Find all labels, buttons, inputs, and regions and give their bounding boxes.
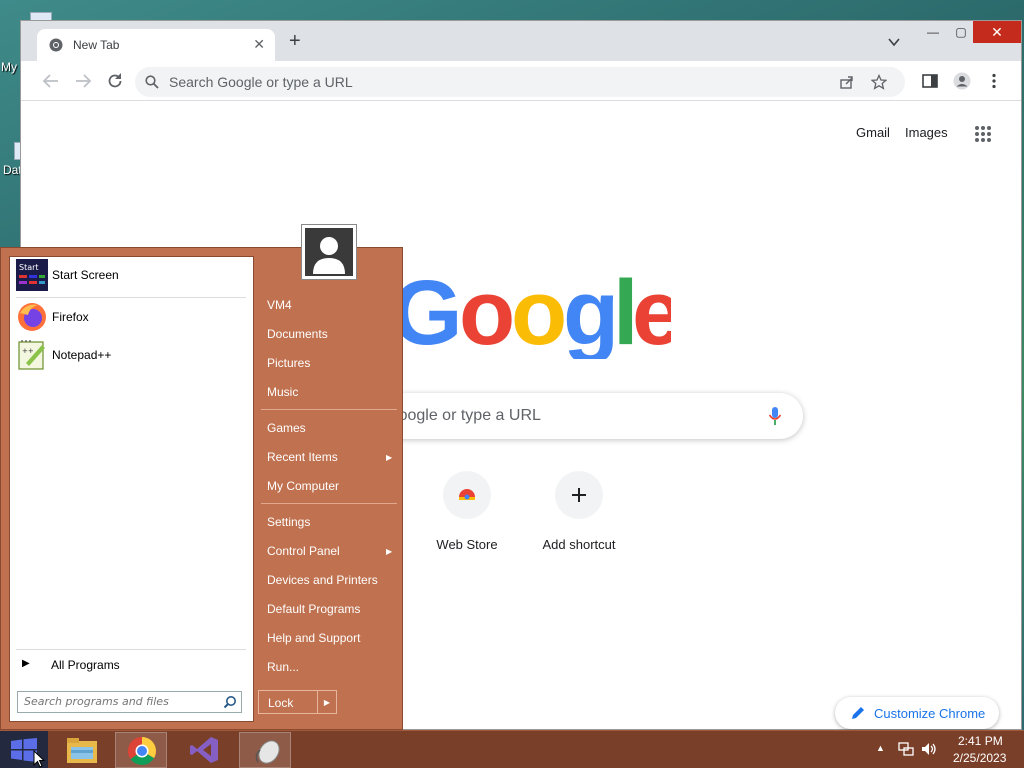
submenu-arrow-icon: ▶: [386, 547, 393, 556]
program-label: Notepad++: [52, 348, 112, 362]
new-tab-plus-icon[interactable]: +: [289, 31, 301, 51]
start-menu: Start Start Screen Firefox ++ Notepad++ …: [0, 224, 403, 730]
file-explorer-icon: [67, 738, 97, 763]
start-link-help-support[interactable]: Help and Support: [267, 631, 360, 645]
start-link-vm4[interactable]: VM4: [267, 298, 292, 312]
tab-title: New Tab: [73, 38, 120, 52]
show-hidden-icons-button[interactable]: ▲: [876, 743, 885, 753]
clock-date[interactable]: 2/25/2023: [953, 751, 1006, 765]
divider: [261, 409, 397, 410]
svg-text:o: o: [459, 262, 515, 359]
start-menu-programs-pane: Start Start Screen Firefox ++ Notepad++ …: [9, 256, 254, 722]
all-programs-button[interactable]: ▶ All Programs: [20, 657, 245, 677]
tab-strip: New Tab ✕ + — ▢ ✕: [21, 21, 1021, 61]
svg-text:e: e: [632, 262, 671, 359]
shortcut-web-store[interactable]: Web Store: [417, 471, 517, 552]
program-notepadpp[interactable]: ++ Notepad++: [16, 339, 246, 373]
start-link-run[interactable]: Run...: [267, 660, 299, 674]
program-firefox[interactable]: Firefox: [16, 301, 246, 335]
start-screen-icon: Start: [16, 259, 48, 291]
mouse-app-icon: [255, 740, 280, 764]
address-bar[interactable]: [135, 67, 905, 97]
divider: [16, 649, 246, 650]
bookmark-star-icon[interactable]: [871, 74, 887, 90]
start-link-default-programs[interactable]: Default Programs: [267, 602, 360, 616]
start-link-settings[interactable]: Settings: [267, 515, 310, 529]
share-icon[interactable]: [839, 74, 855, 90]
clock-time[interactable]: 2:41 PM: [958, 734, 1003, 748]
profile-avatar-icon[interactable]: [953, 72, 971, 90]
start-link-my-computer[interactable]: My Computer: [267, 479, 339, 493]
start-link-pictures[interactable]: Pictures: [267, 356, 310, 370]
desktop-icon-label-2[interactable]: Dat: [3, 163, 22, 177]
submenu-arrow-icon: ▶: [386, 453, 393, 462]
web-store-icon: [443, 471, 491, 519]
chrome-tab-icon: [49, 38, 63, 52]
images-link[interactable]: Images: [905, 125, 948, 140]
tab-new-tab[interactable]: New Tab ✕: [37, 29, 275, 61]
expand-arrow-icon: ▶: [22, 658, 30, 669]
shortcut-label: Web Store: [436, 537, 498, 552]
user-silhouette-icon: [313, 237, 345, 274]
side-panel-icon[interactable]: [921, 72, 939, 90]
start-search-box[interactable]: [17, 691, 242, 713]
svg-text:o: o: [511, 262, 567, 359]
customize-chrome-button[interactable]: Customize Chrome: [835, 697, 999, 729]
pencil-icon: [852, 707, 864, 719]
program-start-screen[interactable]: Start Start Screen: [16, 259, 246, 293]
notepadpp-icon: ++: [18, 340, 45, 370]
close-window-button[interactable]: ✕: [973, 21, 1021, 43]
svg-text:++: ++: [22, 347, 34, 355]
network-icon[interactable]: [898, 741, 914, 757]
start-link-recent-items[interactable]: Recent Items: [267, 450, 338, 464]
taskbar-visual-studio[interactable]: [177, 732, 229, 768]
toolbar: [21, 61, 1021, 101]
shortcut-add[interactable]: Add shortcut: [529, 471, 629, 552]
start-screen-icon-text: Start: [19, 263, 39, 272]
desktop-icon-label-1[interactable]: My: [1, 60, 17, 74]
gmail-link[interactable]: Gmail: [856, 125, 890, 140]
google-apps-grid-icon[interactable]: [974, 125, 992, 143]
volume-icon[interactable]: [921, 741, 937, 757]
all-programs-label: All Programs: [51, 658, 120, 672]
divider: [261, 503, 397, 504]
forward-arrow-icon[interactable]: [73, 71, 93, 91]
start-link-music[interactable]: Music: [267, 385, 298, 399]
firefox-icon: [18, 303, 46, 331]
user-account-picture[interactable]: [301, 224, 357, 280]
chrome-icon: [127, 737, 156, 765]
reload-icon[interactable]: [105, 71, 125, 91]
taskbar-file-explorer[interactable]: [56, 732, 108, 768]
divider: [16, 297, 246, 298]
google-logo: G o o g l e: [391, 262, 671, 359]
more-menu-icon[interactable]: [985, 72, 1003, 90]
start-search-input[interactable]: [24, 695, 214, 708]
visual-studio-icon: [190, 737, 218, 763]
program-label: Firefox: [52, 310, 89, 324]
taskbar: ▲ 2:41 PM 2/25/2023: [0, 730, 1024, 768]
back-arrow-icon[interactable]: [41, 71, 61, 91]
lock-button[interactable]: Lock: [258, 690, 318, 714]
shortcut-label: Add shortcut: [542, 537, 616, 552]
magnifier-icon[interactable]: [223, 695, 237, 709]
address-input[interactable]: [169, 72, 809, 92]
start-link-devices-printers[interactable]: Devices and Printers: [267, 573, 378, 587]
mouse-cursor-icon: [33, 750, 46, 768]
search-icon: [145, 75, 159, 89]
tab-search-chevron-icon[interactable]: [887, 35, 901, 49]
taskbar-chrome[interactable]: [115, 732, 167, 768]
program-label: Start Screen: [52, 268, 119, 282]
customize-chrome-label: Customize Chrome: [874, 706, 986, 721]
start-link-control-panel[interactable]: Control Panel: [267, 544, 340, 558]
lock-options-arrow-icon[interactable]: ▶: [317, 690, 337, 714]
svg-text:g: g: [563, 262, 619, 359]
start-link-documents[interactable]: Documents: [267, 327, 328, 341]
taskbar-mouse-app[interactable]: [239, 732, 291, 768]
microphone-icon[interactable]: [768, 406, 782, 426]
tab-close-icon[interactable]: ✕: [253, 36, 265, 53]
start-link-games[interactable]: Games: [267, 421, 306, 435]
add-plus-icon: [555, 471, 603, 519]
